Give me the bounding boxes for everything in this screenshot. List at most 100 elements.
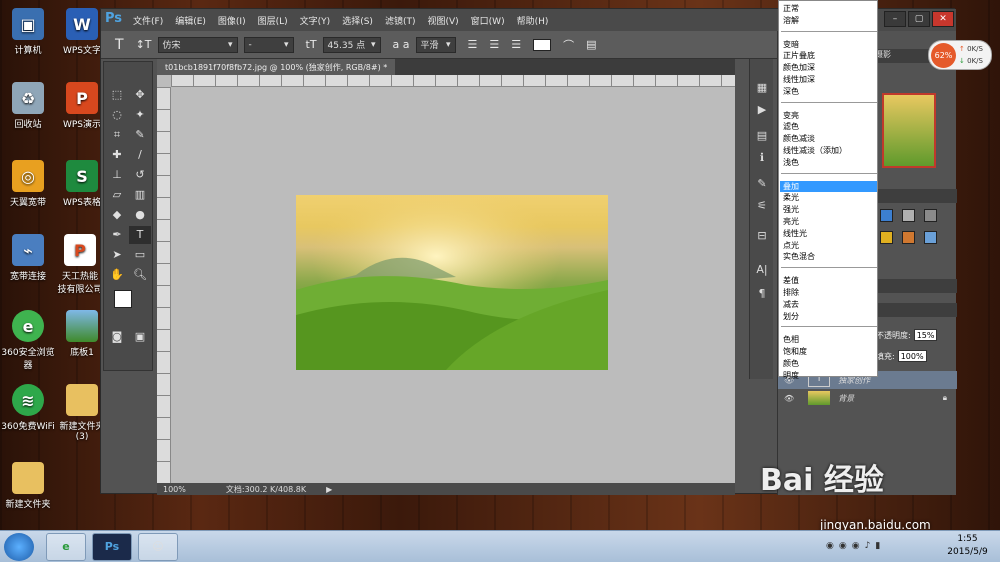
blend-mode-option[interactable]: 减去 — [783, 299, 877, 310]
blend-mode-option[interactable]: 正片叠底 — [783, 50, 877, 61]
brush-panel-icon[interactable]: ✎ — [754, 177, 770, 191]
align-left-icon[interactable]: ☰ — [468, 38, 478, 51]
taskbar-browser-icon[interactable]: e — [46, 533, 86, 561]
adjustments-panel-icon[interactable]: ⚟ — [754, 199, 770, 213]
styles-panel-icon[interactable]: ▤ — [754, 129, 770, 143]
quick-mask-icon[interactable]: ◙ — [106, 328, 128, 346]
font-size-field[interactable]: 45.35 点 ▾ — [322, 36, 381, 53]
menu-filter[interactable]: 滤镜(T) — [385, 14, 416, 27]
blend-mode-option[interactable]: 排除 — [783, 287, 877, 298]
volume-icon[interactable]: ♪ — [865, 541, 871, 551]
align-center-icon[interactable]: ☰ — [489, 38, 499, 51]
blend-mode-option[interactable]: 线性减淡（添加） — [783, 145, 877, 156]
swatch-dark-gray[interactable] — [924, 209, 937, 222]
blur-tool-icon[interactable]: ◆ — [106, 206, 128, 224]
menu-image[interactable]: 图像(I) — [218, 14, 246, 27]
desktop-icon-recycle-bin[interactable]: ♻ 回收站 — [0, 82, 56, 130]
status-menu-arrow-icon[interactable]: ▶ — [326, 485, 332, 494]
blend-mode-option[interactable]: 叠加 — [780, 180, 877, 192]
properties-panel-icon[interactable]: ⊟ — [754, 229, 770, 243]
zoom-tool-icon[interactable]: 🔍︎ — [129, 266, 151, 284]
crop-tool-icon[interactable]: ⌗ — [106, 126, 128, 144]
align-right-icon[interactable]: ☰ — [511, 38, 521, 51]
blend-mode-option[interactable]: 颜色 — [783, 358, 877, 369]
desktop-icon-browser[interactable]: e 360安全浏览 器 — [0, 310, 56, 371]
menu-help[interactable]: 帮助(H) — [517, 14, 549, 27]
blend-mode-option[interactable]: 溶解 — [783, 15, 877, 26]
blend-mode-option[interactable]: 点光 — [783, 240, 877, 251]
foreground-color-swatch[interactable] — [114, 290, 132, 308]
blend-mode-option[interactable]: 明度 — [783, 370, 877, 381]
stamp-tool-icon[interactable]: ⊥ — [106, 166, 128, 184]
screen-mode-icon[interactable]: ▣ — [129, 328, 151, 346]
eyedropper-icon[interactable]: ✎ — [129, 126, 151, 144]
swatch-yellow[interactable] — [880, 231, 893, 244]
type-tool-icon[interactable]: T — [115, 37, 124, 53]
close-button[interactable]: ✕ — [932, 11, 954, 27]
character-panel-icon[interactable]: A| — [754, 263, 770, 277]
healing-brush-icon[interactable]: ✚ — [106, 146, 128, 164]
swatch-light-blue[interactable] — [924, 231, 937, 244]
pen-tool-icon[interactable]: ✒ — [106, 226, 128, 244]
swatch-gray[interactable] — [902, 209, 915, 222]
tray-icon[interactable]: ◉ — [852, 541, 860, 551]
dodge-tool-icon[interactable]: ● — [129, 206, 151, 224]
swatch-blue[interactable] — [880, 209, 893, 222]
network-speed-widget[interactable]: 62% ↑ 0K/S ↓ 0K/S — [928, 40, 992, 70]
brush-tool-icon[interactable]: / — [129, 146, 151, 164]
document-tab[interactable]: t01bcb1891f70f8fb72.jpg @ 100% (独家创作, RG… — [157, 59, 396, 75]
eraser-tool-icon[interactable]: ▱ — [106, 186, 128, 204]
text-color-swatch[interactable] — [533, 38, 552, 51]
blend-mode-option[interactable]: 柔光 — [783, 192, 877, 203]
menu-type[interactable]: 文字(Y) — [300, 14, 331, 27]
path-select-icon[interactable]: ➤ — [106, 246, 128, 264]
blend-mode-option[interactable]: 线性光 — [783, 228, 877, 239]
blend-mode-option[interactable]: 强光 — [783, 204, 877, 215]
blend-mode-option[interactable]: 滤色 — [783, 121, 877, 132]
zoom-level[interactable]: 100% — [163, 485, 186, 494]
image-canvas[interactable] — [296, 195, 608, 370]
gradient-tool-icon[interactable]: ▥ — [129, 186, 151, 204]
warp-text-icon[interactable]: ⌒ — [563, 37, 574, 53]
history-brush-icon[interactable]: ↺ — [129, 166, 151, 184]
font-family-select[interactable]: 仿宋 ▾ — [157, 36, 238, 53]
actions-panel-icon[interactable]: ▶ — [754, 103, 770, 117]
opacity-field[interactable]: 15% — [913, 329, 938, 341]
network-icon[interactable]: ▮ — [875, 541, 880, 551]
swatch-orange[interactable] — [902, 231, 915, 244]
text-tool-icon[interactable]: T — [129, 226, 151, 244]
blend-mode-option[interactable]: 颜色加深 — [783, 62, 877, 73]
desktop-icon-broadband[interactable]: ◎ 天翼宽带 — [0, 160, 56, 208]
character-panel-icon[interactable]: ▤ — [586, 38, 596, 51]
clock[interactable]: 1:55 2015/5/9 — [940, 533, 995, 559]
paragraph-panel-icon[interactable]: ¶ — [754, 287, 770, 301]
desktop-icon-computer[interactable]: ▣ 计算机 — [0, 8, 56, 56]
history-panel-icon[interactable]: ▦ — [754, 81, 770, 95]
hand-tool-icon[interactable]: ✋ — [106, 266, 128, 284]
blend-mode-option[interactable]: 变暗 — [783, 39, 877, 50]
desktop-icon-wifi[interactable]: ≋ 360免费WiFi — [0, 384, 56, 432]
anti-alias-select[interactable]: 平滑 ▾ — [415, 36, 456, 53]
magic-wand-icon[interactable]: ✦ — [129, 106, 151, 124]
menu-file[interactable]: 文件(F) — [133, 14, 163, 27]
info-panel-icon[interactable]: ℹ — [754, 151, 770, 165]
blend-mode-option[interactable]: 亮光 — [783, 216, 877, 227]
shape-tool-icon[interactable]: ▭ — [129, 246, 151, 264]
fill-field[interactable]: 100% — [897, 350, 927, 362]
tray-icon[interactable]: ◉ — [839, 541, 847, 551]
blend-mode-option[interactable]: 正常 — [783, 3, 877, 14]
marquee-tool-icon[interactable]: ⬚ — [106, 86, 128, 104]
menu-edit[interactable]: 编辑(E) — [175, 14, 206, 27]
start-button[interactable] — [4, 533, 34, 561]
menu-window[interactable]: 窗口(W) — [471, 14, 505, 27]
blend-mode-option[interactable]: 变亮 — [783, 110, 877, 121]
blend-mode-option[interactable]: 饱和度 — [783, 346, 877, 357]
menu-layer[interactable]: 图层(L) — [258, 14, 288, 27]
blend-mode-option[interactable]: 深色 — [783, 86, 877, 97]
blend-mode-option[interactable]: 划分 — [783, 311, 877, 322]
minimize-button[interactable]: – — [884, 11, 906, 27]
tray-icon[interactable]: ◉ — [826, 541, 834, 551]
orientation-toggle-icon[interactable]: ↕T — [136, 38, 152, 51]
taskbar-app-icon[interactable]: ☺ — [138, 533, 178, 561]
blend-mode-option[interactable]: 颜色减淡 — [783, 133, 877, 144]
